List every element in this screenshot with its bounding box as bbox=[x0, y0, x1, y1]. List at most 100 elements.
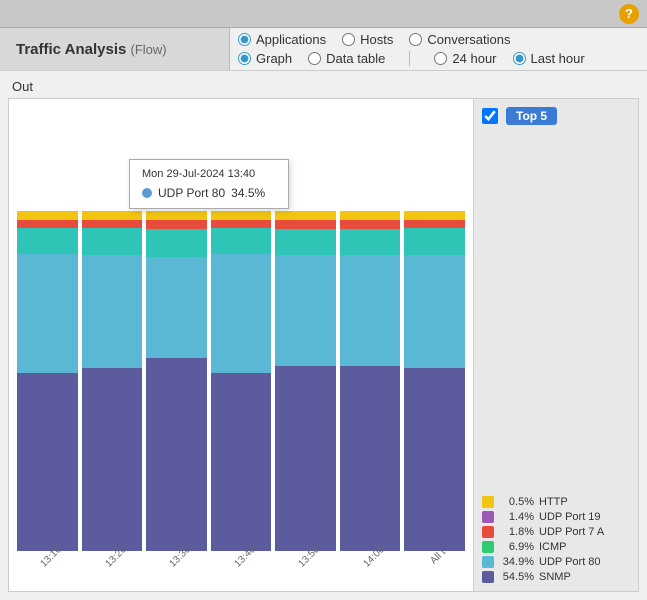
bar-1 bbox=[82, 211, 143, 551]
bar-segment bbox=[146, 211, 207, 220]
bar-segment bbox=[146, 358, 207, 551]
legend-pct: 0.5% bbox=[499, 496, 534, 508]
bar-segment bbox=[275, 211, 336, 220]
x-labels: 13:1013:2013:3013:4013:5014:00All t bbox=[9, 551, 473, 571]
out-label: Out bbox=[8, 79, 639, 94]
bar-segment bbox=[340, 366, 401, 551]
legend-name: UDP Port 80 bbox=[539, 556, 601, 568]
tooltip-dot bbox=[142, 188, 152, 198]
tooltip: Mon 29-Jul-2024 13:40 UDP Port 80 34.5% bbox=[129, 159, 289, 209]
bar-stack-2[interactable] bbox=[146, 211, 207, 551]
option-graph[interactable]: Graph bbox=[238, 51, 292, 66]
bar-segment bbox=[146, 220, 207, 229]
legend-name: HTTP bbox=[539, 496, 568, 508]
bar-segment bbox=[146, 257, 207, 358]
main-content: Traffic Analysis (Flow) Applications Hos… bbox=[0, 28, 647, 600]
bar-segment bbox=[82, 368, 143, 551]
legend-pct: 34.9% bbox=[499, 556, 534, 568]
legend-color-swatch bbox=[482, 511, 494, 523]
top5-badge: Top 5 bbox=[506, 107, 557, 125]
bar-segment bbox=[17, 254, 78, 373]
option-24hour[interactable]: 24 hour bbox=[434, 51, 496, 66]
legend-pct: 1.8% bbox=[499, 526, 534, 538]
nav-tabs: Applications Hosts Conversations bbox=[238, 32, 639, 47]
bar-segment bbox=[82, 255, 143, 368]
legend-color-swatch bbox=[482, 556, 494, 568]
bar-stack-3[interactable] bbox=[211, 211, 272, 551]
bar-stack-5[interactable] bbox=[340, 211, 401, 551]
page-title: Traffic Analysis (Flow) bbox=[16, 41, 167, 58]
bar-segment bbox=[17, 228, 78, 254]
tab-conversations[interactable]: Conversations bbox=[409, 32, 510, 47]
option-datatable[interactable]: Data table bbox=[308, 51, 385, 66]
bar-stack-1[interactable] bbox=[82, 211, 143, 551]
legend-header: Top 5 bbox=[482, 107, 630, 125]
legend-item-3: 6.9% ICMP bbox=[482, 541, 630, 553]
bar-segment bbox=[211, 373, 272, 552]
legend-name: ICMP bbox=[539, 541, 567, 553]
legend-color-swatch bbox=[482, 496, 494, 508]
tooltip-row: UDP Port 80 34.5% bbox=[142, 186, 276, 200]
bar-6 bbox=[404, 211, 465, 551]
legend-pct: 1.4% bbox=[499, 511, 534, 523]
bar-segment bbox=[146, 229, 207, 257]
tooltip-title: Mon 29-Jul-2024 13:40 bbox=[142, 168, 276, 180]
bar-segment bbox=[211, 220, 272, 229]
legend-pct: 6.9% bbox=[499, 541, 534, 553]
legend-item-5: 54.5%SNMP bbox=[482, 571, 630, 583]
bar-segment bbox=[340, 255, 401, 365]
bar-segment bbox=[275, 229, 336, 256]
bar-4 bbox=[275, 211, 336, 551]
bar-segment bbox=[17, 220, 78, 229]
legend-area: Top 5 0.5% HTTP 1.4% UDP Port 19 1.8% UDP Por… bbox=[473, 99, 638, 591]
option-lasthour[interactable]: Last hour bbox=[513, 51, 585, 66]
legend-items: 0.5% HTTP 1.4% UDP Port 19 1.8% UDP Port 7 A 6… bbox=[482, 496, 630, 583]
title-area: Traffic Analysis (Flow) bbox=[0, 28, 230, 70]
legend-item-0: 0.5% HTTP bbox=[482, 496, 630, 508]
bar-segment bbox=[211, 228, 272, 254]
legend-item-1: 1.4% UDP Port 19 bbox=[482, 511, 630, 523]
bar-segment bbox=[82, 211, 143, 220]
legend-color-swatch bbox=[482, 571, 494, 583]
bar-segment bbox=[82, 220, 143, 229]
bar-2 bbox=[146, 211, 207, 551]
bar-segment bbox=[340, 220, 401, 229]
bar-3 bbox=[211, 211, 272, 551]
bar-segment bbox=[340, 229, 401, 256]
bar-segment bbox=[275, 255, 336, 365]
legend-name: UDP Port 7 A bbox=[539, 526, 604, 538]
bar-stack-0[interactable] bbox=[17, 211, 78, 551]
bar-0 bbox=[17, 211, 78, 551]
header-section: Traffic Analysis (Flow) Applications Hos… bbox=[0, 28, 647, 71]
bar-segment bbox=[211, 211, 272, 220]
bars-area: 13:1013:2013:3013:4013:5014:00All t Mon … bbox=[9, 99, 473, 591]
legend-checkbox[interactable] bbox=[482, 108, 498, 124]
bar-segment bbox=[275, 220, 336, 229]
tab-hosts[interactable]: Hosts bbox=[342, 32, 393, 47]
bar-segment bbox=[404, 368, 465, 551]
bar-stack-6[interactable] bbox=[404, 211, 465, 551]
bar-segment bbox=[340, 211, 401, 220]
bar-segment bbox=[275, 366, 336, 551]
bar-segment bbox=[404, 211, 465, 220]
tooltip-value: 34.5% bbox=[231, 186, 265, 200]
bar-5 bbox=[340, 211, 401, 551]
legend-pct: 54.5% bbox=[499, 571, 534, 583]
bar-segment bbox=[404, 255, 465, 368]
legend-name: UDP Port 19 bbox=[539, 511, 601, 523]
chart-section: Out 13:1013:2013:3013:4013:5014:00All t … bbox=[0, 71, 647, 600]
bar-segment bbox=[211, 254, 272, 373]
bar-stack-4[interactable] bbox=[275, 211, 336, 551]
legend-color-swatch bbox=[482, 541, 494, 553]
separator bbox=[409, 51, 410, 66]
legend-item-4: 34.9% UDP Port 80 bbox=[482, 556, 630, 568]
tab-applications[interactable]: Applications bbox=[238, 32, 326, 47]
bar-segment bbox=[17, 373, 78, 552]
legend-color-swatch bbox=[482, 526, 494, 538]
bar-segment bbox=[404, 228, 465, 254]
help-icon[interactable]: ? bbox=[619, 4, 639, 24]
bar-segment bbox=[82, 228, 143, 254]
chart-container: 13:1013:2013:3013:4013:5014:00All t Mon … bbox=[8, 98, 639, 592]
bar-segment bbox=[17, 211, 78, 220]
nav-area: Applications Hosts Conversations Graph bbox=[230, 28, 647, 70]
